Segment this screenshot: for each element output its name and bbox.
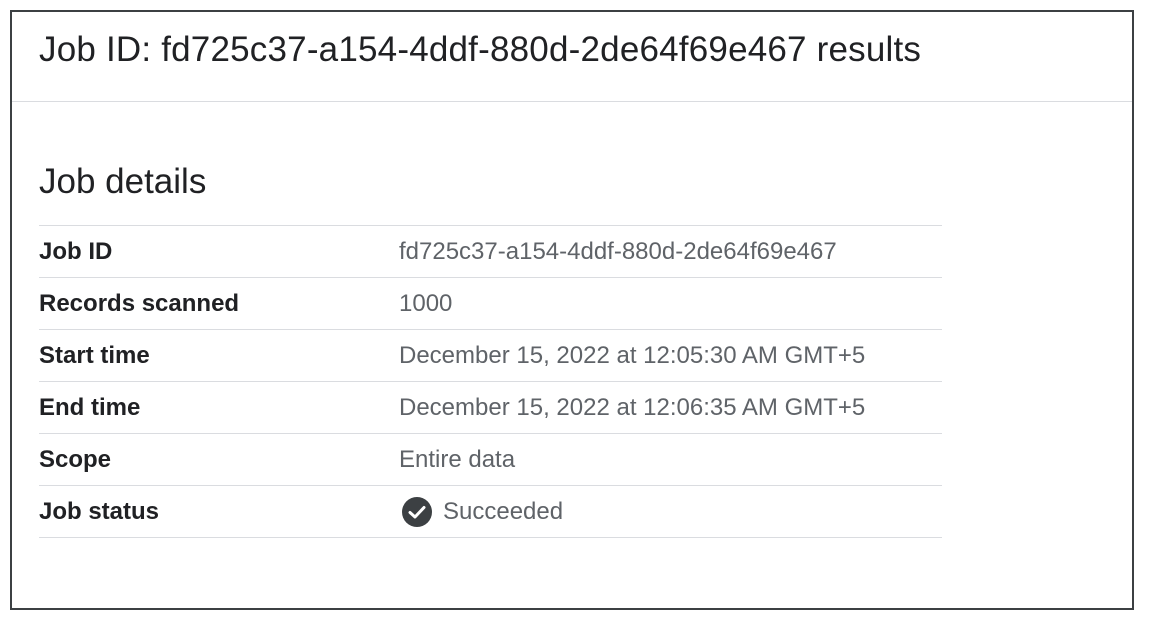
- job-details-heading: Job details: [39, 162, 207, 201]
- job-results-panel: Job ID: fd725c37-a154-4ddf-880d-2de64f69…: [10, 10, 1134, 610]
- detail-row-job-status: Job status Succeeded: [39, 486, 942, 538]
- status-badge: Succeeded: [399, 496, 563, 528]
- detail-value: fd725c37-a154-4ddf-880d-2de64f69e467: [399, 237, 837, 265]
- detail-value: December 15, 2022 at 12:06:35 AM GMT+5: [399, 393, 866, 421]
- detail-value: December 15, 2022 at 12:05:30 AM GMT+5: [399, 341, 866, 369]
- check-circle-icon: [401, 496, 433, 528]
- detail-label: Job ID: [39, 237, 113, 265]
- detail-row-records-scanned: Records scanned 1000: [39, 278, 942, 330]
- detail-label: Start time: [39, 341, 150, 369]
- detail-row-start-time: Start time December 15, 2022 at 12:05:30…: [39, 330, 942, 382]
- job-details-table: Job ID fd725c37-a154-4ddf-880d-2de64f69e…: [39, 225, 942, 538]
- panel-header: Job ID: fd725c37-a154-4ddf-880d-2de64f69…: [12, 12, 1132, 102]
- detail-row-end-time: End time December 15, 2022 at 12:06:35 A…: [39, 382, 942, 434]
- status-text: Succeeded: [443, 497, 564, 525]
- detail-value: Entire data: [399, 445, 516, 473]
- detail-row-scope: Scope Entire data: [39, 434, 942, 486]
- detail-label: Job status: [39, 497, 160, 525]
- detail-label: End time: [39, 393, 141, 421]
- page-title: Job ID: fd725c37-a154-4ddf-880d-2de64f69…: [39, 29, 922, 69]
- detail-row-job-id: Job ID fd725c37-a154-4ddf-880d-2de64f69e…: [39, 226, 942, 278]
- detail-label: Records scanned: [39, 289, 240, 317]
- detail-value: 1000: [399, 289, 453, 317]
- detail-label: Scope: [39, 445, 112, 473]
